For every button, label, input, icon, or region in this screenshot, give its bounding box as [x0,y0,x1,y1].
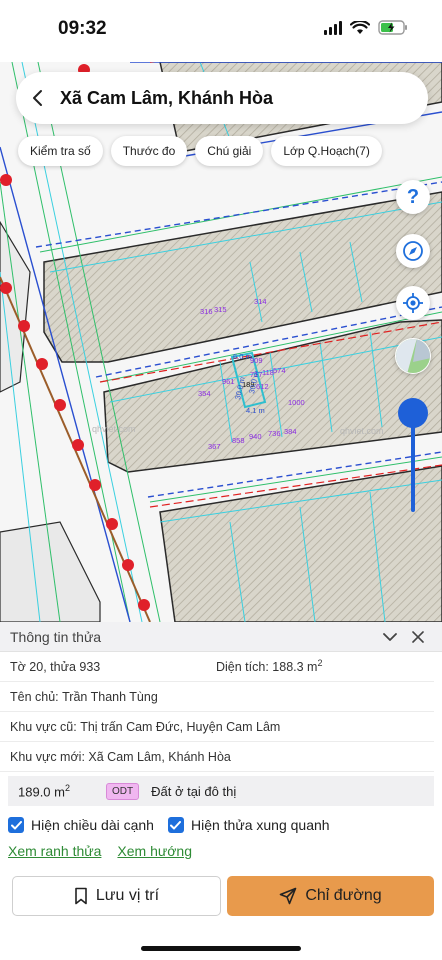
area-label: Diện tích: [216,660,269,675]
row-new-area: Khu vực mới: Xã Cam Lâm, Khánh Hòa [0,742,434,772]
panel-title: Thông tin thửa [10,628,102,645]
show-surrounding-lots-label: Hiện thửa xung quanh [190,817,330,833]
land-use-code-badge: ODT [106,782,140,800]
home-indicator [141,946,301,951]
close-icon [412,630,424,643]
svg-text:qhviet.com: qhviet.com [340,426,384,436]
old-area-value: Thị trấn Cam Đức, Huyện Cam Lâm [80,719,281,734]
show-edge-length-label: Hiện chiều dài cạnh [31,817,154,833]
row-old-area: Khu vực cũ: Thị trấn Cam Đức, Huyện Cam … [0,712,434,742]
parcel-label: 858 [232,436,245,445]
crosshair-location-icon [403,293,423,313]
show-surrounding-lots-checkbox[interactable]: Hiện thửa xung quanh [167,817,330,833]
help-icon: ? [406,185,420,208]
directions-label: Chỉ đường [305,887,382,904]
panel-links: Xem ranh thửa Xem hướng [0,838,442,864]
checkbox-checked-icon [167,817,184,833]
search-header: Xã Cam Lâm, Khánh Hòa [16,72,428,124]
cellular-signal-icon [324,20,342,35]
send-navigation-icon [280,887,297,905]
chip-ruler[interactable]: Thước đo [110,136,188,166]
close-button[interactable] [404,623,432,651]
panel-actions: Lưu vị trí Chỉ đường [12,876,434,916]
owner-name: Trần Thanh Tùng [62,689,158,704]
bookmark-icon [75,887,87,905]
save-location-label: Lưu vị trí [95,887,160,904]
battery-charging-icon [378,20,408,35]
new-area-value: Xã Cam Lâm, Khánh Hòa [88,749,231,764]
land-use-type: Đất ở tại đô thị [151,783,237,799]
chevron-left-icon [33,90,42,106]
owner-label: Tên chủ: [10,689,59,704]
compass-button[interactable] [396,234,430,268]
row-lot-area: Tờ 20, thửa 933 Diện tích: 188.3 m2 [0,652,434,682]
view-direction-link[interactable]: Xem hướng [117,843,192,859]
show-edge-length-checkbox[interactable]: Hiện chiều dài cạnh [8,817,154,833]
parcel-label: 314 [254,297,267,306]
land-use-row: 189.0 m2 ODT Đất ở tại đô thị [8,776,434,806]
parcel-label: 354 [198,389,211,398]
help-button[interactable]: ? [396,180,430,214]
parcel-label: 574 [273,366,286,375]
dimension-label: 6.0 m [233,352,252,361]
map-layer-globe-icon [396,339,430,373]
parcel-label: 315 [214,305,227,314]
map-type-button[interactable] [395,338,431,374]
directions-button[interactable]: Chỉ đường [227,876,434,916]
compass-icon [403,241,423,261]
parcel-label: 961 [222,377,235,386]
parcel-label: 736 [268,429,281,438]
chevron-down-icon [383,632,397,641]
old-area-label: Khu vực cũ: [10,719,77,734]
status-time: 09:32 [58,18,107,39]
new-area-label: Khu vực mới: [10,749,85,764]
opacity-slider-handle[interactable] [398,398,428,428]
parcel-label: 940 [249,432,262,441]
lot-number: Tờ 20, thửa 933 [10,659,101,674]
land-use-area: 189.0 m2 [18,782,70,800]
svg-text:qhviet.com: qhviet.com [92,424,136,434]
location-title: Xã Cam Lâm, Khánh Hòa [60,87,274,108]
parcel-info-panel: Thông tin thửa Tờ 20, thửa 933 Diện tích… [0,622,442,960]
parcel-label: 909 [250,356,263,365]
status-bar: 09:32 [0,0,442,62]
row-owner: Tên chủ: Trần Thanh Tùng [0,682,434,712]
view-boundary-link[interactable]: Xem ranh thửa [8,843,101,859]
wifi-icon [350,20,370,35]
area-field: Diện tích: 188.3 m2 [216,658,424,674]
display-options: Hiện chiều dài cạnh Hiện thửa xung quanh [0,806,442,838]
chip-check-number[interactable]: Kiểm tra số [18,136,103,166]
checkbox-checked-icon [8,817,24,833]
dimension-label: 4.1 m [246,406,265,415]
collapse-button[interactable] [376,623,404,651]
chip-legend[interactable]: Chú giải [195,136,264,166]
my-location-button[interactable] [396,286,430,320]
parcel-label: 316 [200,307,213,316]
chip-planning-layers[interactable]: Lớp Q.Hoạch(7) [271,136,382,166]
back-button[interactable] [16,72,60,124]
area-value: 188.3 m [272,660,318,675]
parcel-label: 1000 [288,398,305,407]
save-location-button[interactable]: Lưu vị trí [12,876,221,916]
area-unit-sup: 2 [317,658,323,669]
panel-header: Thông tin thửa [0,622,442,652]
parcel-label: 384 [284,427,297,436]
map-tool-chips: Kiểm tra số Thước đo Chú giải Lớp Q.Hoạc… [18,136,382,166]
parcel-label: 367 [208,442,221,451]
status-icons [324,20,408,35]
